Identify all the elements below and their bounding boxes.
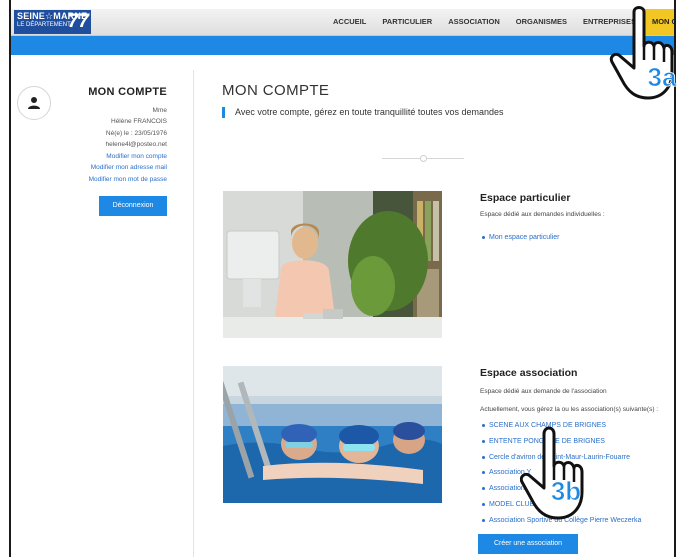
pointing-hand-3a: 3a [604,6,686,102]
nav-association[interactable]: ASSOCIATION [440,9,508,35]
nav-organismes[interactable]: ORGANISMES [508,9,575,35]
association-photo [223,366,442,503]
modify-account-link[interactable]: Modifier mon compte [41,151,167,163]
user-name: Hélène FRANCOIS [111,118,167,125]
sidebar-title: MON COMPTE [88,86,167,98]
association-title: Espace association [480,367,578,379]
logout-button[interactable]: Déconnexion [99,196,167,216]
particulier-space-link[interactable]: Mon espace particulier [480,230,559,246]
nav-accueil[interactable]: ACCUEIL [325,9,374,35]
particulier-title: Espace particulier [480,192,571,204]
office-illustration [223,191,442,338]
particulier-description: Espace dédié aux demandes individuelles … [480,211,605,218]
user-birthdate: Né(e) le : 23/05/1976 [105,130,167,137]
swimming-pool-illustration [223,366,442,503]
pointing-hand-icon: 3b [519,426,584,520]
label-3b: 3b [551,476,581,506]
main-content: MON COMPTE Avec votre compte, gérez en t… [204,70,674,557]
person-icon [28,97,40,109]
pointing-hand-icon: 3a [609,6,677,100]
page-title: MON COMPTE [222,82,330,99]
blue-banner [11,36,674,55]
particulier-links: Mon espace particulier [480,230,559,246]
top-navigation-bar: SEINE☆MARNE LE DÉPARTEMENT 77 ACCUEIL PA… [11,9,674,36]
page-subtitle: Avec votre compte, gérez en toute tranqu… [222,107,504,118]
department-logo[interactable]: SEINE☆MARNE LE DÉPARTEMENT 77 [14,10,91,34]
modify-password-link[interactable]: Modifier mon mot de passe [41,174,167,186]
create-association-button[interactable]: Créer une association [478,534,578,554]
label-3a: 3a [648,62,677,92]
association-description: Espace dédié aux demande de l'associatio… [480,388,607,395]
modify-email-link[interactable]: Modifier mon adresse mail [41,162,167,174]
pointing-hand-3b: 3b [519,424,602,520]
particulier-photo [223,191,442,338]
user-civility: Mme [152,107,167,114]
nav-particulier[interactable]: PARTICULIER [374,9,440,35]
account-sidebar: MON COMPTE Mme Hélène FRANCOIS Né(e) le … [11,70,194,557]
divider-dot [420,155,427,162]
logo-number: 77 [67,11,89,32]
association-managed-intro: Actuellement, vous gérez la ou les assoc… [480,406,659,413]
user-email: helene4l@posteo.net [105,141,167,148]
